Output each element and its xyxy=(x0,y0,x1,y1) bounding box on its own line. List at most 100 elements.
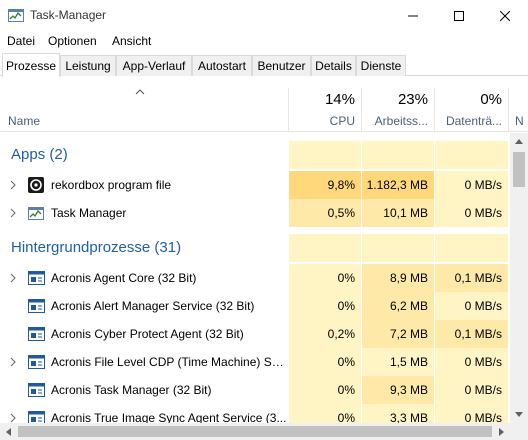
memory-value: 6,2 MB xyxy=(361,292,434,320)
table-row[interactable]: Task Manager 0,5% 10,1 MB 0 MB/s xyxy=(0,199,510,227)
table-row[interactable]: Acronis Task Manager (32 Bit) 0% 9,3 MB … xyxy=(0,376,510,404)
table-row[interactable]: Acronis File Level CDP (Time Machine) Se… xyxy=(0,348,510,376)
task-manager-icon xyxy=(8,9,24,22)
maximize-button[interactable] xyxy=(436,0,482,31)
memory-value: 8,9 MB xyxy=(361,264,434,292)
column-label-name: Name xyxy=(8,114,41,128)
horizontal-scrollbar[interactable] xyxy=(0,423,510,440)
chevron-right-icon[interactable] xyxy=(9,273,17,283)
column-header-name[interactable]: Name xyxy=(0,88,288,132)
chevron-right-icon[interactable] xyxy=(9,357,17,367)
process-list: Apps (2) rekordbox program file 9,8% 1.1… xyxy=(0,133,510,423)
cpu-value: 0% xyxy=(288,348,361,376)
column-header-cpu[interactable]: 14% CPU xyxy=(288,88,361,132)
disk-value: 0,1 MB/s xyxy=(434,264,508,292)
chevron-right-icon[interactable] xyxy=(9,180,17,190)
table-row[interactable]: Acronis Alert Manager Service (32 Bit) 0… xyxy=(0,292,510,320)
disk-value: 0 MB/s xyxy=(434,292,508,320)
service-window-icon xyxy=(28,355,45,369)
cpu-value: 0% xyxy=(288,292,361,320)
process-name: Acronis Cyber Protect Agent (32 Bit) xyxy=(51,327,244,341)
table-row[interactable]: Acronis Cyber Protect Agent (32 Bit) 0,2… xyxy=(0,320,510,348)
table-row[interactable]: rekordbox program file 9,8% 1.182,3 MB 0… xyxy=(0,171,510,199)
sort-arrow-icon xyxy=(135,89,145,95)
disk-total-percent: 0% xyxy=(480,91,502,108)
disk-value: 0 MB/s xyxy=(434,348,508,376)
memory-total-percent: 23% xyxy=(397,91,428,108)
memory-value: 1,5 MB xyxy=(361,348,434,376)
service-window-icon xyxy=(28,383,45,397)
close-button[interactable] xyxy=(482,0,528,31)
maximize-icon xyxy=(454,10,464,21)
cpu-total-percent: 14% xyxy=(324,91,355,108)
horizontal-scroll-thumb[interactable] xyxy=(18,426,492,437)
task-manager-icon xyxy=(28,207,44,220)
chevron-right-icon xyxy=(499,427,504,436)
chevron-right-icon[interactable] xyxy=(9,208,17,218)
close-icon xyxy=(500,10,510,21)
memory-value: 10,1 MB xyxy=(361,199,434,227)
tab-dienste[interactable]: Dienste xyxy=(356,55,406,76)
memory-value: 9,3 MB xyxy=(361,376,434,404)
chevron-left-icon xyxy=(6,427,11,436)
group-header-apps[interactable]: Apps (2) xyxy=(0,141,510,169)
menu-optionen[interactable]: Optionen xyxy=(48,34,97,48)
table-row[interactable]: Acronis True Image Sync Agent Service (3… xyxy=(0,404,510,423)
vertical-scroll-thumb[interactable] xyxy=(513,152,525,187)
tab-app-verlauf[interactable]: App-Verlauf xyxy=(116,55,192,76)
chevron-right-icon[interactable] xyxy=(9,413,17,423)
service-window-icon xyxy=(28,327,45,341)
title-bar: Task-Manager xyxy=(0,0,528,31)
table-row[interactable]: Acronis Agent Core (32 Bit) 0% 8,9 MB 0,… xyxy=(0,264,510,292)
column-label-memory: Arbeitss... xyxy=(374,114,428,128)
scrollbar-corner xyxy=(510,423,528,440)
process-name: Acronis True Image Sync Agent Service (3… xyxy=(51,411,287,423)
menu-datei[interactable]: Datei xyxy=(7,34,35,48)
chevron-up-icon xyxy=(515,139,523,144)
process-name: rekordbox program file xyxy=(51,178,172,192)
memory-value: 7,2 MB xyxy=(361,320,434,348)
service-window-icon xyxy=(28,411,45,423)
scroll-down-button[interactable] xyxy=(510,406,528,423)
cpu-value: 0,5% xyxy=(288,199,361,227)
tab-autostart[interactable]: Autostart xyxy=(192,55,252,76)
disk-value: 0 MB/s xyxy=(434,171,508,199)
tab-details[interactable]: Details xyxy=(311,55,356,76)
cpu-value: 0% xyxy=(288,376,361,404)
minimize-button[interactable] xyxy=(390,0,436,31)
scroll-up-button[interactable] xyxy=(510,133,528,150)
process-name: Acronis Task Manager (32 Bit) xyxy=(51,383,212,397)
group-header-background[interactable]: Hintergrundprozesse (31) xyxy=(0,234,510,262)
process-name: Acronis Alert Manager Service (32 Bit) xyxy=(51,299,255,313)
disk-value: 0,1 MB/s xyxy=(434,320,508,348)
vertical-scrollbar[interactable] xyxy=(510,133,528,423)
cpu-value: 0% xyxy=(288,404,361,423)
rekordbox-icon xyxy=(28,177,44,193)
chevron-down-icon xyxy=(515,412,523,417)
disk-value: 0 MB/s xyxy=(434,404,508,423)
column-label-cpu: CPU xyxy=(329,114,355,128)
process-name: Acronis File Level CDP (Time Machine) Se… xyxy=(51,355,287,369)
minimize-icon xyxy=(408,15,418,16)
window-title: Task-Manager xyxy=(30,8,107,22)
service-window-icon xyxy=(28,271,45,285)
scroll-right-button[interactable] xyxy=(493,423,510,440)
tab-benutzer[interactable]: Benutzer xyxy=(252,55,311,76)
column-label-network: N xyxy=(515,114,524,128)
disk-value: 0 MB/s xyxy=(434,199,508,227)
group-title-background: Hintergrundprozesse (31) xyxy=(11,239,182,256)
service-window-icon xyxy=(28,299,45,313)
menu-ansicht[interactable]: Ansicht xyxy=(112,34,151,48)
tab-leistung[interactable]: Leistung xyxy=(60,55,116,76)
process-name: Task Manager xyxy=(51,206,127,220)
column-header-memory[interactable]: 23% Arbeitss... xyxy=(361,88,434,132)
tab-prozesse[interactable]: Prozesse xyxy=(2,53,60,77)
scroll-left-button[interactable] xyxy=(0,423,17,440)
disk-value: 0 MB/s xyxy=(434,376,508,404)
column-header-disk[interactable]: 0% Datenträ... xyxy=(434,88,508,132)
process-name: Acronis Agent Core (32 Bit) xyxy=(51,271,197,285)
column-label-disk: Datenträ... xyxy=(445,114,502,128)
memory-value: 3,3 MB xyxy=(361,404,434,423)
column-header-network[interactable]: N xyxy=(508,88,528,132)
memory-value: 1.182,3 MB xyxy=(361,171,434,199)
